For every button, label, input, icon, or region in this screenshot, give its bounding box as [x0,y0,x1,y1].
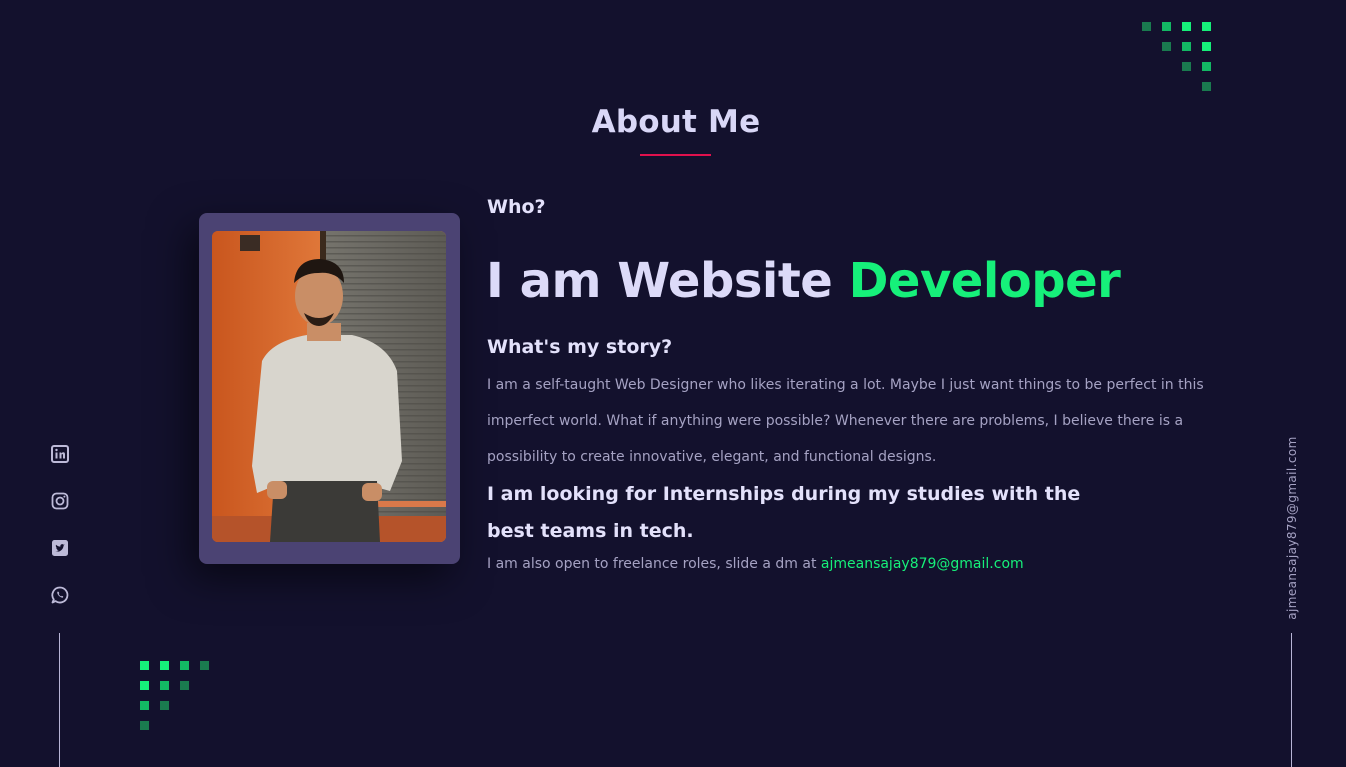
story-title: What's my story? [487,336,673,358]
whatsapp-icon[interactable] [50,585,70,605]
social-links [50,444,72,632]
section-title: About Me [591,104,761,140]
decorative-dot-grid-bottom [140,661,210,731]
story-text: I am a self-taught Web Designer who like… [487,377,1204,465]
profile-photo-frame [199,213,460,564]
right-vertical-line [1291,633,1292,767]
sidebar-email[interactable]: ajmeansajay879@gmail.com [1284,436,1300,620]
left-vertical-line [59,633,60,767]
sidebar-email-text[interactable]: ajmeansajay879@gmail.com [1285,436,1299,619]
internship-text: I am looking for Internships during my s… [487,483,1081,542]
headline-accent: Developer [848,253,1121,309]
instagram-icon[interactable] [50,491,70,511]
decorative-dot-grid-top [1142,22,1212,92]
freelance-text: I am also open to freelance roles, slide… [487,556,1024,572]
headline: I am Website Developer [486,253,1121,309]
headline-prefix: I am Website [486,253,849,309]
email-link[interactable]: ajmeansajay879@gmail.com [821,556,1024,572]
about-section: About Me Who? I am Website Developer Wha… [0,0,1346,767]
linkedin-icon[interactable] [50,444,70,464]
profile-photo [212,231,446,542]
title-underline [640,154,711,156]
freelance-prefix: I am also open to freelance roles, slide… [487,556,821,572]
who-label: Who? [487,196,546,218]
twitter-icon[interactable] [50,538,70,558]
